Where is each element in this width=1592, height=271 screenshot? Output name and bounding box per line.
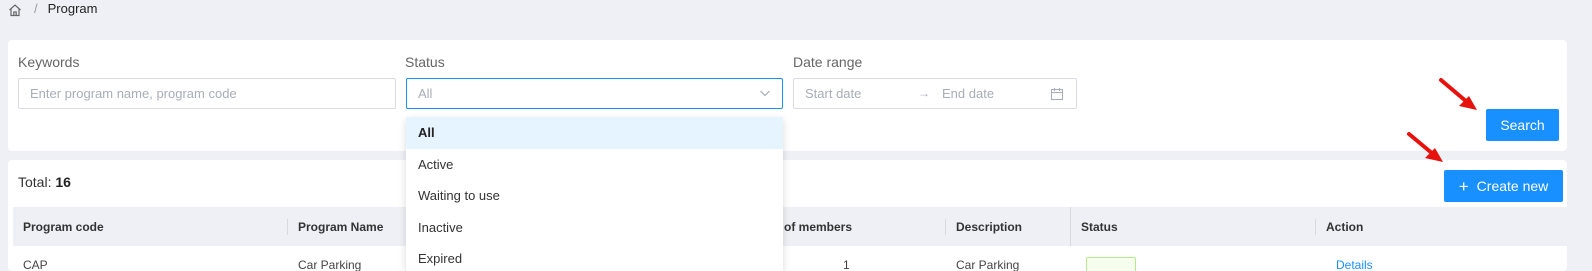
status-dropdown-menu: All Active Waiting to use Inactive Expir…	[406, 117, 783, 271]
status-select-value: All	[418, 86, 433, 101]
column-header-description[interactable]: Description	[946, 207, 1070, 246]
program-list-panel: Total: 16 + Create new Program code Prog…	[8, 160, 1567, 271]
status-option-waiting[interactable]: Waiting to use	[406, 180, 783, 212]
column-header-status[interactable]: Status	[1070, 207, 1316, 246]
table-row: CAP Car Parking 1 Car Parking Details	[13, 246, 1567, 271]
column-label: Action	[1326, 219, 1364, 234]
column-label: Description	[956, 219, 1023, 234]
status-option-all[interactable]: All	[406, 117, 783, 149]
breadcrumb: / Program	[8, 0, 98, 17]
calendar-icon	[1050, 88, 1064, 101]
annotation-arrow-icon	[1439, 78, 1477, 110]
status-option-active[interactable]: Active	[406, 149, 783, 181]
column-label: Status	[1081, 219, 1118, 234]
total-label: Total:	[18, 174, 52, 190]
cell-program-code: CAP	[23, 258, 48, 271]
keywords-placeholder: Enter program name, program code	[30, 86, 237, 101]
create-new-label: Create new	[1476, 178, 1549, 194]
status-label: Status	[405, 54, 445, 70]
annotation-arrow-icon	[1407, 132, 1443, 162]
status-option-expired[interactable]: Expired	[406, 243, 783, 271]
breadcrumb-separator: /	[34, 0, 38, 16]
start-date-input[interactable]: Start date	[805, 86, 861, 101]
column-header-action[interactable]: Action	[1316, 207, 1567, 246]
date-range-label: Date range	[793, 54, 863, 70]
search-button[interactable]: Search	[1486, 109, 1559, 141]
cell-description: Car Parking	[956, 258, 1020, 271]
status-select[interactable]: All	[406, 78, 783, 109]
column-label: of members	[784, 219, 853, 234]
end-date-input[interactable]: End date	[942, 86, 994, 101]
status-badge	[1086, 257, 1136, 271]
column-label: Program Name	[298, 219, 384, 234]
keywords-label: Keywords	[18, 54, 80, 70]
home-icon[interactable]	[8, 3, 22, 17]
column-label: Program code	[23, 219, 104, 234]
date-range-picker[interactable]: Start date → End date	[793, 78, 1077, 109]
create-new-button[interactable]: + Create new	[1444, 170, 1563, 202]
column-header-program-code[interactable]: Program code	[13, 207, 288, 246]
status-option-inactive[interactable]: Inactive	[406, 212, 783, 244]
details-link[interactable]: Details	[1336, 258, 1373, 271]
date-range-separator: →	[918, 86, 930, 100]
chevron-down-icon	[760, 90, 770, 97]
total-count: Total: 16	[18, 174, 71, 190]
search-button-label: Search	[1500, 117, 1545, 133]
breadcrumb-current: Program	[47, 0, 98, 16]
keywords-input[interactable]: Enter program name, program code	[18, 78, 396, 109]
cell-program-name: Car Parking	[298, 258, 362, 271]
plus-icon: +	[1458, 176, 1469, 196]
column-header-members[interactable]: of members	[774, 207, 946, 246]
cell-members: 1	[843, 258, 850, 271]
total-value: 16	[55, 174, 71, 190]
table-header: Program code Program Name of members Des…	[13, 207, 1567, 246]
filter-panel: Keywords Enter program name, program cod…	[8, 40, 1567, 151]
